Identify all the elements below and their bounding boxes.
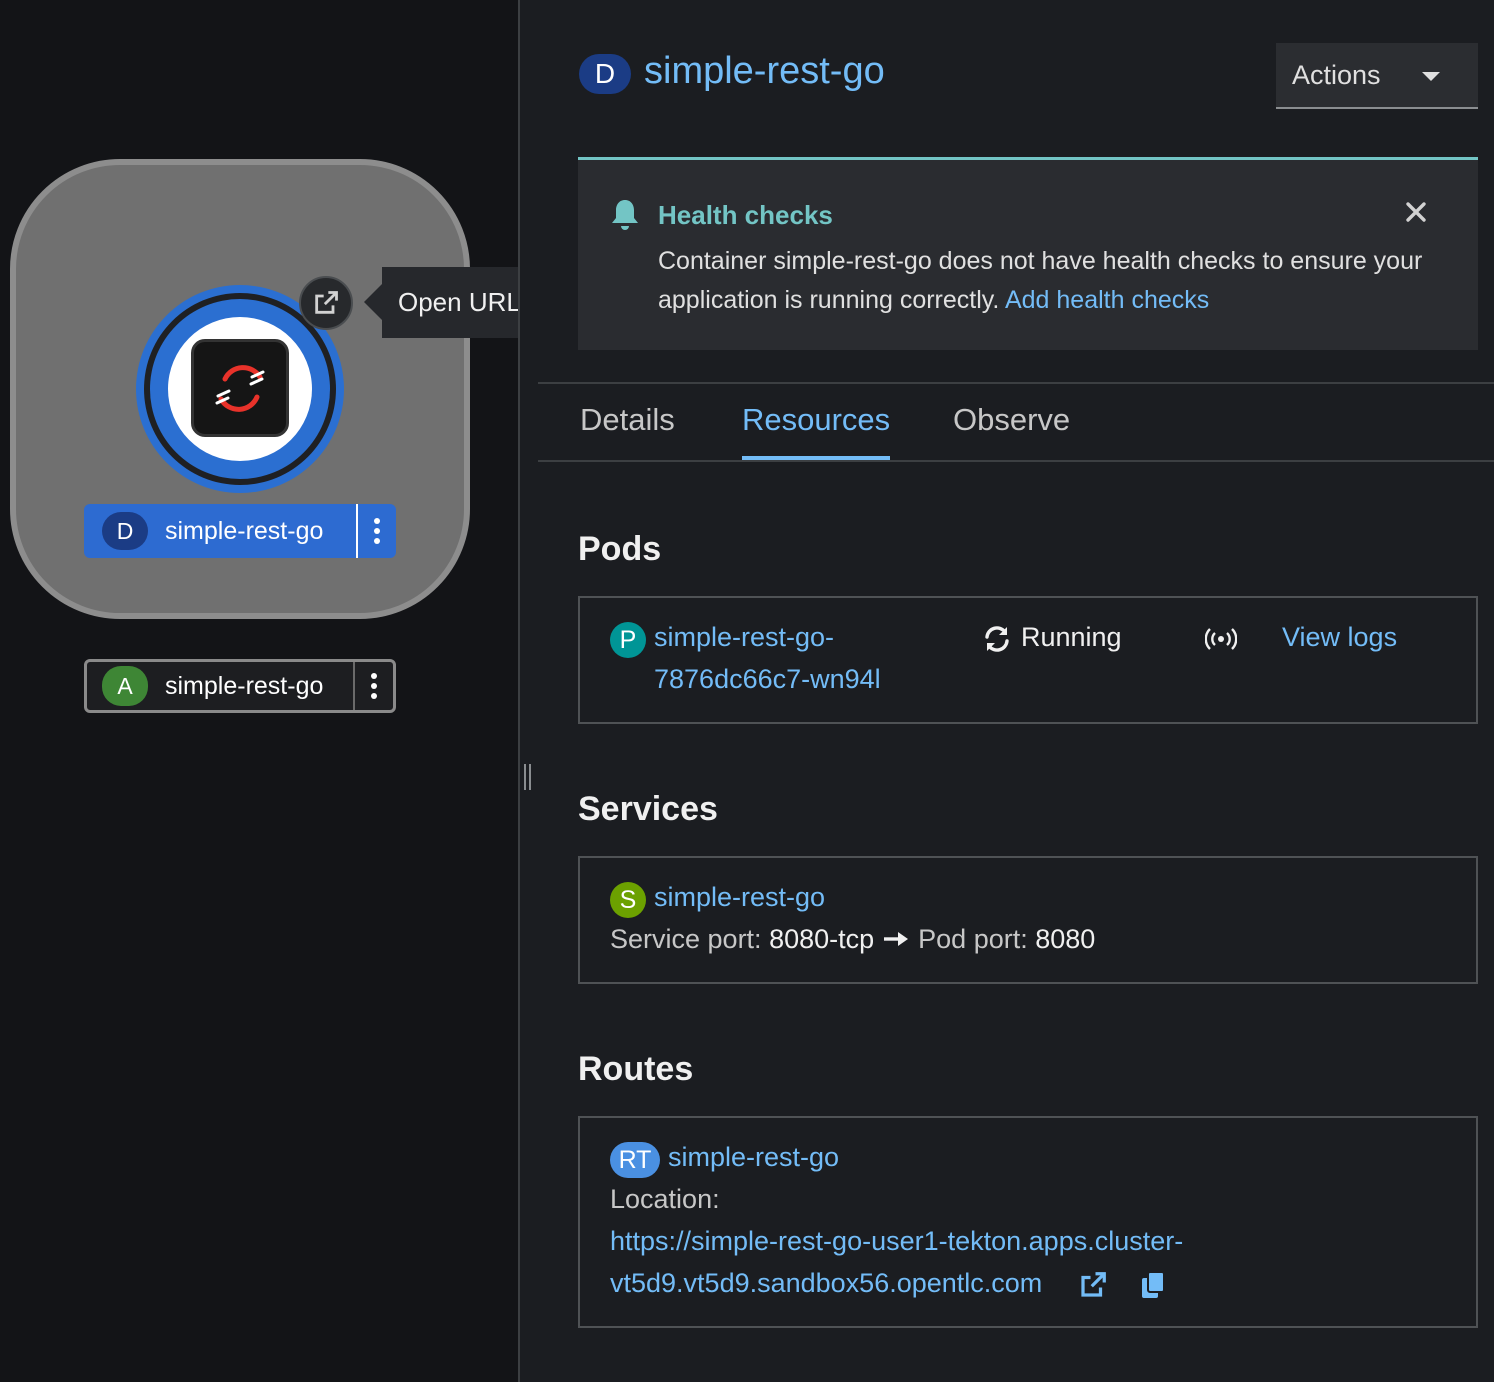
pod-port-value: 8080 <box>1035 924 1096 954</box>
deployment-title-badge: D <box>579 54 631 94</box>
active-tab-indicator <box>742 456 890 460</box>
routes-heading: Routes <box>578 1050 694 1088</box>
actions-dropdown-button[interactable]: Actions <box>1276 43 1478 109</box>
kebab-icon <box>374 518 380 544</box>
application-label[interactable]: A simple-rest-go <box>84 659 396 713</box>
route-location-label: Location: <box>610 1184 720 1214</box>
tab-details[interactable]: Details <box>580 402 675 438</box>
panel-title[interactable]: simple-rest-go <box>644 50 885 93</box>
add-health-checks-link[interactable]: Add health checks <box>1005 286 1209 314</box>
pod-badge: P <box>610 622 646 658</box>
application-badge: A <box>102 666 148 706</box>
pods-list <box>578 596 1478 724</box>
route-badge: RT <box>610 1142 660 1178</box>
route-url-link-cont[interactable]: vt5d9.vt5d9.sandbox56.opentlc.com <box>610 1268 1042 1299</box>
tabs-border <box>538 460 1494 462</box>
service-port-row: Service port: 8080-tcp Pod port: 8080 <box>610 924 1095 955</box>
sync-icon <box>982 624 1012 659</box>
tab-observe[interactable]: Observe <box>953 402 1070 438</box>
panel-resize-handle[interactable] <box>520 0 538 1382</box>
application-kebab-button[interactable] <box>353 662 393 710</box>
resize-grip-icon[interactable] <box>524 764 532 790</box>
close-icon[interactable] <box>1404 200 1428 224</box>
tab-resources[interactable]: Resources <box>742 402 890 438</box>
services-list <box>578 856 1478 984</box>
pod-port-label: Pod port: <box>918 924 1028 954</box>
external-link-icon[interactable] <box>1078 1270 1108 1305</box>
service-port-label: Service port: <box>610 924 762 954</box>
deployment-badge: D <box>102 512 148 550</box>
pod-status: Running <box>1021 622 1122 652</box>
health-checks-alert: Health checks Container simple-rest-go d… <box>578 157 1478 350</box>
external-link-icon <box>315 291 338 314</box>
tabs-divider <box>538 382 1494 384</box>
copy-icon[interactable] <box>1140 1270 1166 1305</box>
service-badge: S <box>610 882 646 918</box>
pods-heading: Pods <box>578 530 662 568</box>
pod-name-link[interactable]: simple-rest-go- <box>654 622 834 653</box>
alert-body: Container simple-rest-go does not have h… <box>658 242 1448 320</box>
pod-name-link-cont[interactable]: 7876dc66c7-wn94l <box>654 664 881 695</box>
tooltip-arrow <box>364 284 382 320</box>
service-port-value: 8080-tcp <box>769 924 875 954</box>
alert-title: Health checks <box>658 200 833 230</box>
deployment-name[interactable]: simple-rest-go <box>165 517 356 546</box>
arrow-right-icon <box>882 924 910 955</box>
deployment-label[interactable]: D simple-rest-go <box>84 504 396 558</box>
deployment-kebab-button[interactable] <box>356 504 396 558</box>
open-url-tooltip: Open URL <box>382 267 537 338</box>
bell-icon <box>610 198 640 237</box>
service-name-link[interactable]: simple-rest-go <box>654 882 825 913</box>
kebab-icon <box>371 673 377 699</box>
services-heading: Services <box>578 790 718 828</box>
signal-icon <box>1204 626 1238 657</box>
route-url-link[interactable]: https://simple-rest-go-user1-tekton.apps… <box>610 1226 1183 1257</box>
view-logs-link[interactable]: View logs <box>1282 622 1397 653</box>
openshift-logo <box>191 339 289 437</box>
application-name[interactable]: simple-rest-go <box>165 672 353 701</box>
open-url-decorator[interactable] <box>299 276 353 330</box>
actions-label: Actions <box>1292 59 1381 90</box>
route-name-link[interactable]: simple-rest-go <box>668 1142 839 1173</box>
caret-down-icon <box>1422 72 1440 81</box>
